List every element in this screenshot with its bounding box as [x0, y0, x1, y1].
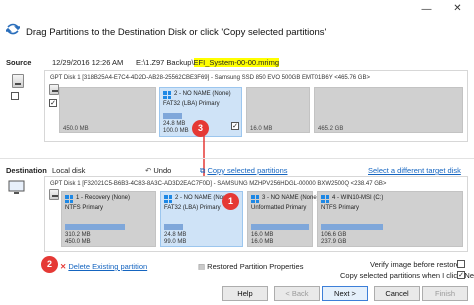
partition-used: 310.2 MB	[65, 232, 91, 238]
help-button[interactable]: Help	[222, 286, 268, 301]
windows-logo-icon	[164, 195, 172, 203]
disk-small-icon	[49, 189, 59, 200]
partition-fs: FAT32 (LBA) Primary	[164, 205, 221, 211]
verify-image-label: Verify image before restore	[370, 260, 461, 269]
restored-properties-button[interactable]: ▤ Restored Partition Properties	[198, 262, 303, 271]
partition-total: 16.0 MB	[251, 239, 274, 245]
copy-selected-button[interactable]: ⧉ Copy selected partitions	[200, 166, 288, 176]
source-path-file: EFI_System-00-00.mrimg	[193, 58, 279, 67]
cancel-button[interactable]: Cancel	[374, 286, 420, 301]
usage-bar	[163, 113, 182, 119]
source-date: 12/29/2016 12:26 AM	[52, 58, 124, 67]
partition-total: 450.0 MB	[65, 239, 91, 245]
restored-properties-label: Restored Partition Properties	[207, 262, 304, 271]
source-disk-checkbox[interactable]	[11, 92, 19, 100]
windows-logo-icon	[65, 195, 73, 203]
destination-partition-4[interactable]: 4 - WIN10-MSI (C:) NTFS Primary 106.6 GB…	[317, 191, 463, 247]
partition-total: 237.9 GB	[321, 239, 347, 245]
step-3-badge: 3	[192, 120, 209, 137]
partition-title: 4 - WIN10-MSI (C:)	[332, 195, 384, 201]
title-bar: Drag Partitions to the Destination Disk …	[0, 0, 474, 38]
destination-label: Destination	[6, 166, 47, 175]
destination-partition-1[interactable]: 1 - Recovery (None) NTFS Primary 310.2 M…	[61, 191, 156, 247]
partition-used: 24.8 MB	[164, 232, 187, 238]
delete-partition-label: Delete Existing partition	[68, 262, 148, 271]
minimize-button[interactable]: —	[417, 0, 436, 19]
finish-button[interactable]: Finish	[422, 286, 468, 301]
source-path-prefix: E:\1.Z97 Backup\	[136, 58, 194, 67]
step-1-badge: 1	[222, 193, 239, 210]
partition-total: 99.0 MB	[164, 239, 187, 245]
partition-fs: NTFS Primary	[321, 205, 359, 211]
partition-title: 2 - NO NAME (None)	[174, 91, 231, 97]
source-path: E:\1.Z97 Backup\EFI_System-00-00.mrimg	[136, 58, 279, 67]
partition-fs: Unformatted Primary	[251, 205, 307, 211]
copy-selected-label: Copy selected partitions	[207, 166, 288, 175]
close-button[interactable]: ✕	[448, 0, 467, 18]
partition-size: 465.2 GB	[318, 126, 344, 132]
usage-bar	[164, 224, 183, 230]
source-disk-header: GPT Disk 1 [318B25A4-E7C4-4D2D-AB28-2556…	[50, 75, 370, 81]
windows-logo-icon	[251, 195, 259, 203]
monitor-icon	[8, 180, 25, 194]
step-2-badge: 2	[41, 256, 58, 273]
destination-disk-header: GPT Disk 1 [F32021C5-B6B3-4C83-8A3C-AD3D…	[50, 181, 387, 187]
usage-bar	[251, 224, 309, 230]
destination-disk-panel: GPT Disk 1 [F32021C5-B6B3-4C83-8A3C-AD3D…	[44, 176, 468, 252]
usage-bar	[321, 224, 383, 230]
source-partition-1-checkbox[interactable]: ✓	[49, 99, 57, 107]
window-title: Drag Partitions to the Destination Disk …	[26, 27, 327, 38]
partition-used: 106.6 GB	[321, 232, 347, 238]
source-partition-2-checkbox[interactable]: ✓	[231, 122, 239, 130]
partition-fs: NTFS Primary	[65, 205, 103, 211]
verify-image-checkbox[interactable]	[457, 260, 465, 268]
partition-size: 16.0 MB	[250, 126, 273, 132]
app-logo-icon	[6, 23, 20, 35]
copy-on-next-label: Copy selected partitions when I click 'N…	[340, 271, 474, 280]
source-label: Source	[6, 58, 32, 67]
partition-size: 450.0 MB	[63, 126, 89, 132]
undo-button[interactable]: ↶ Undo	[145, 166, 171, 175]
source-partition-4[interactable]: 465.2 GB	[314, 87, 463, 133]
partition-total: 100.0 MB	[163, 128, 189, 134]
copy-on-next-checkbox[interactable]: ✓	[457, 271, 465, 279]
source-disk-panel: GPT Disk 1 [318B25A4-E7C4-4D2D-AB28-2556…	[44, 70, 468, 142]
partition-title: 3 - NO NAME (None)	[262, 195, 319, 201]
next-button[interactable]: Next >	[322, 286, 368, 301]
windows-logo-icon	[321, 195, 329, 203]
partition-title: 1 - Recovery (None)	[76, 195, 131, 201]
select-target-disk-link[interactable]: Select a different target disk	[368, 166, 461, 175]
disk-small-icon	[49, 84, 59, 95]
properties-icon: ▤	[198, 262, 208, 271]
destination-type: Local disk	[52, 166, 86, 175]
undo-label: Undo	[153, 166, 172, 175]
windows-logo-icon	[163, 91, 171, 99]
divider	[0, 158, 474, 159]
delete-partition-button[interactable]: ✕ Delete Existing partition	[60, 262, 147, 271]
partition-used: 16.0 MB	[251, 232, 274, 238]
destination-partition-3[interactable]: 3 - NO NAME (None) Unformatted Primary 1…	[247, 191, 319, 247]
partition-fs: FAT32 (LBA) Primary	[163, 101, 220, 107]
source-partition-3[interactable]: 16.0 MB	[246, 87, 310, 133]
partition-used: 24.8 MB	[163, 121, 186, 127]
hard-disk-icon	[12, 74, 24, 88]
back-button[interactable]: < Back	[274, 286, 320, 301]
usage-bar	[65, 224, 125, 230]
source-partition-1[interactable]: 450.0 MB	[59, 87, 156, 133]
